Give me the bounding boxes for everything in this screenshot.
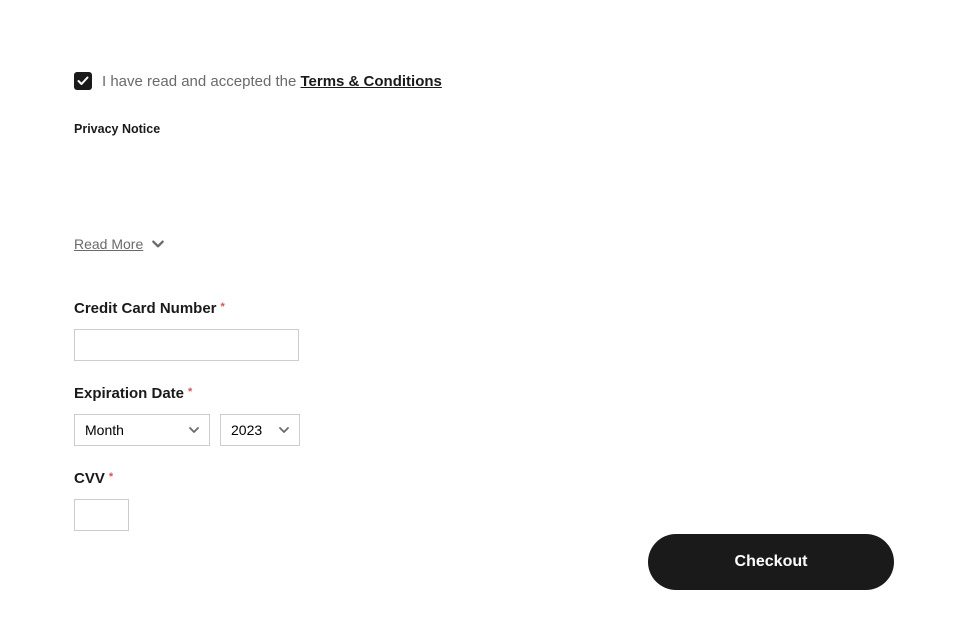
expiration-year-select[interactable]: 2023: [220, 414, 300, 446]
expiration-label-text: Expiration Date: [74, 385, 184, 402]
credit-card-label-text: Credit Card Number: [74, 300, 217, 317]
credit-card-field: Credit Card Number *: [74, 300, 884, 361]
cvv-label: CVV *: [74, 470, 884, 487]
cvv-input[interactable]: [74, 499, 129, 531]
read-more-label: Read More: [74, 236, 143, 252]
privacy-notice-heading: Privacy Notice: [74, 122, 884, 136]
checkout-button[interactable]: Checkout: [648, 534, 894, 590]
cvv-label-text: CVV: [74, 470, 105, 487]
terms-prefix: I have read and accepted the: [102, 73, 300, 90]
check-icon: [77, 75, 89, 87]
required-indicator: *: [109, 471, 113, 483]
expiration-month-select[interactable]: Month: [74, 414, 210, 446]
required-indicator: *: [188, 386, 192, 398]
terms-text: I have read and accepted the Terms & Con…: [102, 73, 442, 90]
credit-card-label: Credit Card Number *: [74, 300, 884, 317]
expiration-label: Expiration Date *: [74, 385, 884, 402]
required-indicator: *: [221, 301, 225, 313]
terms-row: I have read and accepted the Terms & Con…: [74, 72, 884, 90]
chevron-down-icon: [151, 237, 165, 251]
month-select-wrap: Month: [74, 414, 210, 446]
year-select-wrap: 2023: [220, 414, 300, 446]
credit-card-input[interactable]: [74, 329, 299, 361]
terms-conditions-link[interactable]: Terms & Conditions: [300, 73, 441, 90]
expiration-field: Expiration Date * Month 2023: [74, 385, 884, 446]
terms-checkbox[interactable]: [74, 72, 92, 90]
read-more-toggle[interactable]: Read More: [74, 236, 165, 252]
cvv-field: CVV *: [74, 470, 884, 531]
